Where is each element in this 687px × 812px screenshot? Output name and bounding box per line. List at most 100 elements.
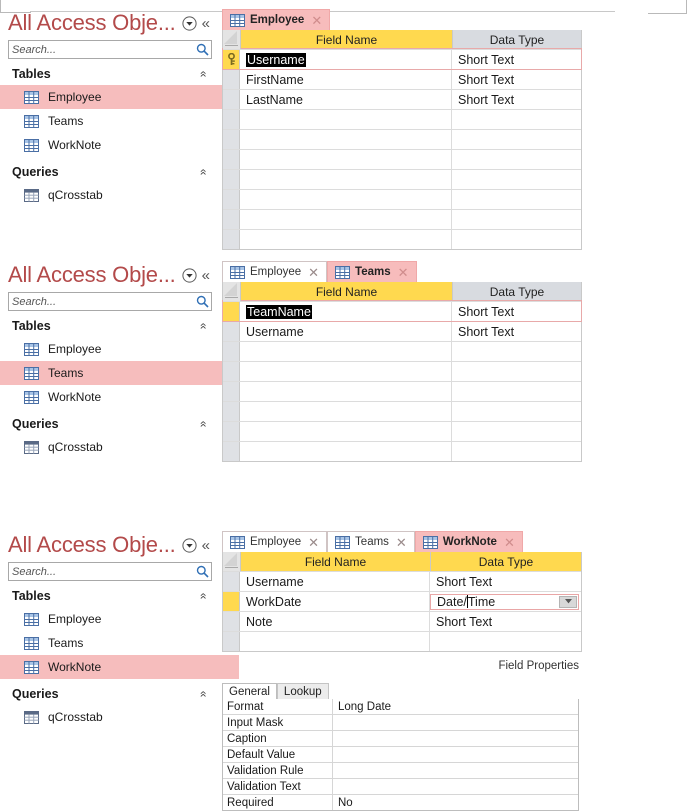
field-property-value[interactable]: No (333, 795, 578, 810)
data-type-cell[interactable]: Short Text (452, 302, 580, 321)
document-tab-employee[interactable]: Employee ✕ (222, 531, 328, 552)
row-selector[interactable] (223, 632, 240, 651)
double-chevron-up-icon[interactable]: » (196, 691, 210, 698)
document-tab-employee[interactable]: Employee ✕ (222, 261, 328, 282)
field-properties-tab-lookup[interactable]: Lookup (276, 683, 329, 699)
row-selector[interactable] (223, 190, 240, 209)
field-name-cell[interactable]: TeamName (240, 302, 452, 321)
sidebar-item-qcrosstab[interactable]: qCrosstab (0, 705, 220, 729)
field-properties-tab-general[interactable]: General (222, 683, 277, 699)
double-chevron-left-icon[interactable]: « (202, 538, 210, 553)
row-selector[interactable] (223, 130, 240, 149)
double-chevron-up-icon[interactable]: » (196, 71, 210, 78)
group-header-queries[interactable]: Queries » (0, 413, 220, 435)
group-header-tables[interactable]: Tables » (0, 585, 220, 607)
field-name-cell[interactable] (240, 362, 452, 381)
row-selector[interactable] (223, 90, 240, 109)
data-type-cell[interactable]: Date/Time (430, 592, 580, 611)
design-grid-row[interactable] (223, 229, 581, 249)
field-property-value[interactable] (333, 779, 578, 794)
data-type-cell[interactable] (452, 130, 580, 149)
data-type-cell[interactable] (452, 442, 580, 461)
design-grid-row[interactable] (223, 189, 581, 209)
close-icon[interactable]: ✕ (396, 536, 407, 549)
document-tab-teams[interactable]: Teams ✕ (327, 531, 415, 552)
chevron-down-circle-icon[interactable] (181, 15, 197, 31)
design-grid-row[interactable]: TeamName Short Text (222, 300, 582, 322)
row-selector[interactable] (223, 382, 240, 401)
double-chevron-left-icon[interactable]: « (202, 268, 210, 283)
field-property-row[interactable]: Input Mask (223, 715, 578, 731)
row-selector[interactable] (223, 322, 240, 341)
field-property-row[interactable]: Caption (223, 731, 578, 747)
field-name-cell[interactable] (240, 230, 452, 249)
sidebar-item-worknote[interactable]: WorkNote (0, 133, 220, 157)
data-type-cell[interactable]: Short Text (452, 70, 580, 89)
data-type-cell[interactable] (452, 422, 580, 441)
search-box[interactable]: Search... (8, 562, 212, 581)
data-type-cell[interactable] (452, 402, 580, 421)
design-grid-row[interactable] (223, 209, 581, 229)
sidebar-item-worknote[interactable]: WorkNote (0, 385, 220, 409)
group-header-tables[interactable]: Tables » (0, 63, 220, 85)
design-grid-row[interactable]: FirstName Short Text (223, 69, 581, 89)
double-chevron-up-icon[interactable]: » (196, 169, 210, 176)
design-grid-row[interactable]: Note Short Text (223, 611, 581, 631)
field-name-cell[interactable]: LastName (240, 90, 452, 109)
row-selector[interactable] (223, 170, 240, 189)
field-name-cell[interactable] (240, 150, 452, 169)
row-selector[interactable] (223, 70, 240, 89)
search-input[interactable]: Search... (9, 566, 193, 578)
field-name-cell[interactable]: FirstName (240, 70, 452, 89)
sidebar-item-employee[interactable]: Employee (0, 607, 220, 631)
sidebar-item-worknote[interactable]: WorkNote (0, 655, 239, 679)
close-icon[interactable]: ✕ (504, 536, 515, 549)
field-property-value[interactable] (333, 747, 578, 762)
search-box[interactable]: Search... (8, 292, 212, 311)
field-property-row[interactable]: Required No (223, 795, 578, 810)
design-grid-row[interactable] (223, 441, 581, 461)
document-tab-teams[interactable]: Teams ✕ (327, 261, 417, 282)
design-grid-row[interactable] (223, 129, 581, 149)
search-input[interactable]: Search... (9, 44, 193, 56)
field-property-value[interactable] (333, 715, 578, 730)
design-grid-row[interactable] (223, 341, 581, 361)
design-grid-row[interactable] (223, 361, 581, 381)
data-type-cell[interactable] (452, 110, 580, 129)
field-property-value[interactable] (333, 731, 578, 746)
row-selector[interactable] (223, 110, 240, 129)
chevron-down-circle-icon[interactable] (181, 537, 197, 553)
data-type-combobox[interactable]: Date/Time (430, 593, 579, 610)
design-grid-row[interactable]: Username Short Text (223, 571, 581, 591)
field-name-cell[interactable]: WorkDate (240, 592, 430, 611)
column-header-field-name[interactable]: Field Name (241, 282, 453, 301)
row-selector[interactable] (223, 422, 240, 441)
sidebar-item-teams[interactable]: Teams (0, 631, 220, 655)
field-name-cell[interactable]: Username (240, 50, 452, 69)
row-selector[interactable] (223, 362, 240, 381)
design-grid-row[interactable] (223, 381, 581, 401)
row-selector[interactable] (223, 50, 240, 69)
design-grid-row[interactable] (223, 401, 581, 421)
field-name-cell[interactable] (240, 170, 452, 189)
field-property-row[interactable]: Validation Rule (223, 763, 578, 779)
design-grid-row[interactable]: Username Short Text (223, 321, 581, 341)
grid-corner-selector[interactable] (223, 552, 241, 571)
sidebar-item-qcrosstab[interactable]: qCrosstab (0, 435, 220, 459)
row-selector[interactable] (223, 592, 240, 611)
row-selector[interactable] (223, 572, 240, 591)
search-box[interactable]: Search... (8, 40, 212, 59)
sidebar-item-employee[interactable]: Employee (0, 337, 220, 361)
sidebar-item-qcrosstab[interactable]: qCrosstab (0, 183, 220, 207)
field-name-cell[interactable] (240, 190, 452, 209)
group-header-tables[interactable]: Tables » (0, 315, 220, 337)
search-icon[interactable] (193, 565, 211, 578)
column-header-data-type[interactable]: Data Type (453, 30, 581, 49)
grid-corner-selector[interactable] (223, 30, 241, 49)
field-name-cell[interactable]: Note (240, 612, 430, 631)
data-type-cell[interactable] (452, 170, 580, 189)
group-header-queries[interactable]: Queries » (0, 161, 220, 183)
document-tab-worknote[interactable]: WorkNote ✕ (414, 531, 523, 552)
field-name-cell[interactable] (240, 210, 452, 229)
data-type-cell[interactable]: Short Text (430, 612, 580, 631)
